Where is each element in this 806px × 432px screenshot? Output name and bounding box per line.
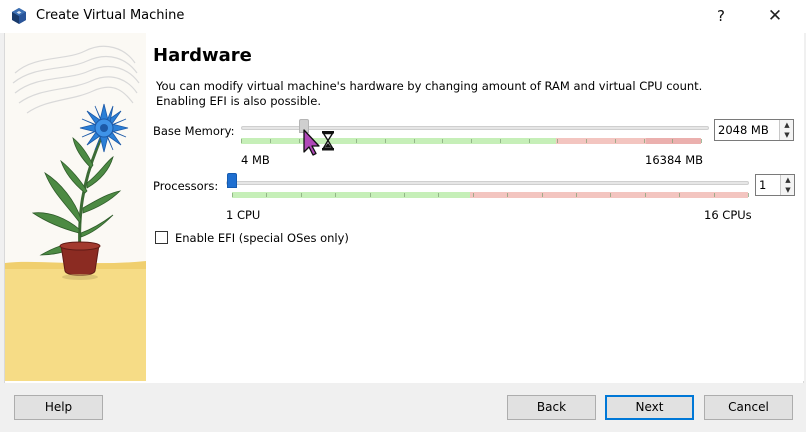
slider-tick (528, 139, 530, 143)
slider-tick (300, 193, 302, 197)
wizard-frame: Hardware You can modify virtual machine'… (4, 33, 804, 383)
page-title: Hardware (153, 45, 252, 66)
slider-tick (643, 139, 645, 143)
base-memory-spinbox[interactable]: 2048 MB ▲ ▼ (714, 119, 794, 141)
processors-scale (232, 192, 749, 198)
slider-tick (269, 139, 271, 143)
processors-min-label: 1 CPU (226, 208, 261, 222)
virtualbox-icon (12, 8, 26, 24)
cancel-button[interactable]: Cancel (704, 395, 793, 420)
description-line-1: You can modify virtual machine's hardwar… (156, 79, 703, 93)
slider-tick (557, 139, 559, 143)
processors-spin-arrows[interactable]: ▲ ▼ (780, 175, 794, 195)
slider-tick (672, 139, 674, 143)
wizard-illustration (5, 33, 146, 381)
window-title: Create Virtual Machine (36, 8, 185, 23)
slider-tick (241, 139, 242, 143)
processors-label: Processors: (153, 179, 219, 193)
slider-tick (298, 139, 300, 143)
base-memory-min-label: 4 MB (241, 153, 270, 167)
next-button[interactable]: Next (605, 395, 694, 420)
spin-down-icon[interactable]: ▼ (780, 130, 794, 140)
title-bar: Create Virtual Machine ? ✕ (0, 0, 806, 33)
wizard-footer: Help Back Next Cancel (0, 383, 806, 432)
slider-tick (438, 193, 440, 197)
slider-tick (384, 139, 386, 143)
slider-tick (586, 139, 587, 143)
slider-tick (614, 139, 616, 143)
flower-pot-illustration (5, 33, 146, 381)
slider-tick (404, 193, 405, 197)
slider-tick (713, 193, 715, 197)
enable-efi-checkbox[interactable] (155, 231, 168, 244)
slider-tick (748, 193, 749, 197)
base-memory-value[interactable]: 2048 MB (718, 123, 769, 137)
slider-tick (576, 193, 577, 197)
slider-tick (232, 193, 233, 197)
slider-tick (499, 139, 501, 143)
slider-tick (541, 193, 543, 197)
processors-track[interactable] (226, 181, 749, 185)
processors-slider-thumb[interactable] (227, 173, 237, 188)
back-button[interactable]: Back (507, 395, 596, 420)
base-memory-max-label: 16384 MB (645, 153, 704, 167)
slider-tick (472, 193, 474, 197)
processors-spinbox[interactable]: 1 ▲ ▼ (755, 174, 795, 196)
help-button[interactable]: Help (14, 395, 103, 420)
base-memory-spin-arrows[interactable]: ▲ ▼ (779, 120, 793, 140)
help-icon[interactable]: ? (706, 0, 736, 33)
page-description: You can modify virtual machine's hardwar… (156, 79, 736, 109)
processors-value[interactable]: 1 (759, 178, 766, 192)
slider-tick (335, 193, 337, 197)
slider-tick (610, 193, 612, 197)
spin-up-icon[interactable]: ▲ (780, 120, 794, 130)
spin-down-icon[interactable]: ▼ (781, 185, 795, 195)
slider-tick (413, 139, 415, 143)
close-icon[interactable]: ✕ (760, 0, 790, 33)
spin-up-icon[interactable]: ▲ (781, 175, 795, 185)
processors-ticks (232, 192, 749, 198)
slider-tick (644, 193, 646, 197)
slider-tick (356, 139, 357, 143)
slider-tick (442, 139, 444, 143)
slider-tick (471, 139, 472, 143)
enable-efi-label[interactable]: Enable EFI (special OSes only) (175, 231, 349, 245)
slider-tick (679, 193, 681, 197)
wizard-content: Hardware You can modify virtual machine'… (146, 33, 804, 381)
description-line-2: Enabling EFI is also possible. (156, 94, 321, 108)
slider-tick (369, 193, 371, 197)
slider-tick (701, 139, 702, 143)
slider-tick (507, 193, 509, 197)
slider-tick (266, 193, 268, 197)
base-memory-label: Base Memory: (153, 124, 235, 138)
hourglass-cursor-icon (303, 129, 334, 156)
processors-max-label: 16 CPUs (704, 208, 752, 222)
